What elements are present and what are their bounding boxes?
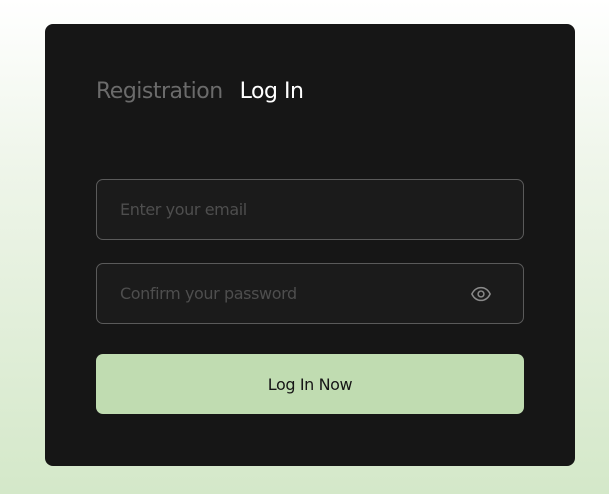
- email-input[interactable]: [97, 180, 523, 239]
- tab-registration[interactable]: Registration: [96, 78, 223, 106]
- login-card: Registration Log In Log In Now: [45, 24, 575, 466]
- tab-login[interactable]: Log In: [240, 78, 304, 106]
- password-input[interactable]: [97, 264, 469, 323]
- password-field-container: [96, 263, 524, 324]
- login-now-button[interactable]: Log In Now: [96, 354, 524, 414]
- eye-icon[interactable]: [469, 282, 493, 306]
- email-field-container: [96, 179, 524, 240]
- auth-tabs: Registration Log In: [96, 78, 304, 106]
